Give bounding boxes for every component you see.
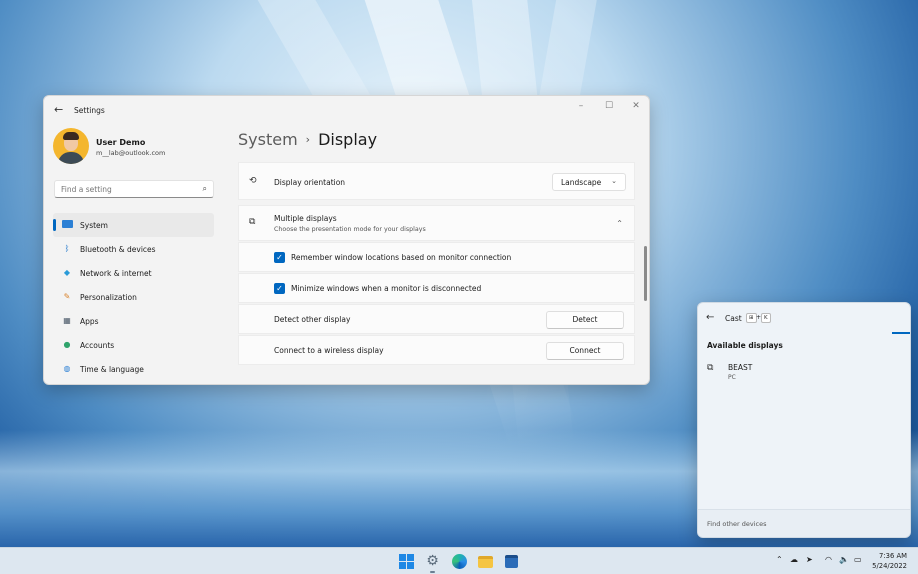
pc-icon[interactable]: ⧉ — [707, 363, 713, 373]
sidebar-item-label: System — [80, 220, 108, 230]
page-title: Display — [318, 130, 378, 149]
file-explorer-icon[interactable] — [477, 553, 494, 570]
chevron-down-icon: ⌄ — [611, 177, 617, 185]
sidebar-item-apps[interactable]: ▦ Apps — [53, 309, 214, 333]
row-title: Connect to a wireless display — [274, 346, 384, 355]
taskbar: ⚙ ⌃ ☁ ➤ ◠ 🔈 ▭ 7:36 AM 5/24/2022 — [0, 547, 918, 574]
row-title: Multiple displays — [274, 214, 337, 223]
k-key-badge: K — [761, 313, 771, 323]
row-title: Display orientation — [274, 178, 346, 187]
sidebar-item-label: Accounts — [80, 340, 115, 350]
chevron-up-icon[interactable]: ⌃ — [616, 219, 623, 228]
cast-panel: ← Cast ⊞ + K Available displays ⧉ BEAST … — [697, 302, 911, 538]
chevron-right-icon: › — [305, 133, 311, 146]
display-orientation-row: ⟲ Display orientation Landscape ⌄ — [238, 162, 635, 200]
back-arrow-icon[interactable]: ← — [54, 103, 63, 116]
breadcrumb: System › Display — [238, 130, 377, 149]
globe-icon: ◍ — [63, 364, 71, 373]
sidebar-item-personalization[interactable]: ✎ Personalization — [53, 285, 214, 309]
location-icon[interactable]: ➤ — [806, 555, 813, 564]
clock-time[interactable]: 7:36 AM — [879, 552, 907, 560]
sidebar-item-system[interactable]: System — [53, 213, 214, 237]
checkbox-label: Minimize windows when a monitor is disco… — [291, 284, 482, 293]
edge-icon[interactable] — [451, 553, 468, 570]
minimize-windows-row: ✓ Minimize windows when a monitor is dis… — [238, 273, 635, 303]
maximize-button[interactable]: ☐ — [602, 101, 616, 111]
available-displays-heading: Available displays — [707, 341, 783, 350]
title-bar: ← Settings – ☐ ✕ — [44, 96, 649, 122]
battery-icon[interactable]: ▭ — [854, 555, 862, 564]
device-type: PC — [728, 374, 736, 381]
sidebar-item-time-language[interactable]: ◍ Time & language — [53, 357, 214, 381]
cast-title: Cast — [725, 314, 742, 323]
sidebar-item-label: Personalization — [80, 292, 137, 302]
back-arrow-icon[interactable]: ← — [706, 312, 714, 323]
scrollbar[interactable] — [644, 246, 647, 301]
detect-display-row: Detect other display Detect — [238, 304, 635, 334]
user-name: User Demo — [96, 138, 146, 147]
sidebar-item-network[interactable]: ◆ Network & internet — [53, 261, 214, 285]
sidebar-nav: System ᛒ Bluetooth & devices ◆ Network &… — [53, 213, 214, 381]
checkbox-label: Remember window locations based on monit… — [291, 253, 512, 262]
window-title: Settings — [74, 106, 105, 115]
search-input[interactable] — [55, 181, 185, 197]
volume-icon[interactable]: 🔈 — [839, 555, 849, 564]
settings-icon[interactable]: ⚙ — [424, 553, 441, 570]
minimize-windows-checkbox[interactable]: ✓ — [274, 283, 285, 294]
minimize-button[interactable]: – — [574, 101, 588, 111]
breadcrumb-parent[interactable]: System — [238, 130, 298, 149]
clock-date[interactable]: 5/24/2022 — [872, 562, 907, 570]
wireless-display-row: Connect to a wireless display Connect — [238, 335, 635, 365]
brush-icon: ✎ — [63, 292, 71, 301]
multiple-displays-icon: ⧉ — [249, 217, 256, 227]
row-subtitle: Choose the presentation mode for your di… — [274, 226, 426, 233]
sidebar-item-bluetooth[interactable]: ᛒ Bluetooth & devices — [53, 237, 214, 261]
user-email: m__lab@outlook.com — [96, 149, 166, 157]
settings-window: ← Settings – ☐ ✕ User Demo m__lab@outloo… — [43, 95, 650, 385]
active-app-indicator — [430, 571, 435, 573]
wifi-icon[interactable]: ◠ — [825, 555, 832, 564]
remember-locations-row: ✓ Remember window locations based on mon… — [238, 242, 635, 272]
remember-locations-checkbox[interactable]: ✓ — [274, 252, 285, 263]
apps-icon: ▦ — [63, 316, 71, 325]
close-button[interactable]: ✕ — [629, 101, 643, 111]
chevron-up-icon[interactable]: ⌃ — [776, 555, 783, 564]
onedrive-icon[interactable]: ☁ — [790, 555, 798, 564]
system-icon — [61, 220, 73, 230]
device-name[interactable]: BEAST — [728, 363, 752, 372]
orientation-icon: ⟲ — [249, 176, 257, 186]
store-icon[interactable] — [503, 553, 520, 570]
sidebar-item-label: Time & language — [80, 364, 144, 374]
avatar[interactable] — [53, 128, 89, 164]
connect-button[interactable]: Connect — [546, 342, 624, 360]
search-box[interactable]: ⌕ — [54, 180, 214, 198]
multiple-displays-header[interactable]: ⧉ Multiple displays Choose the presentat… — [238, 205, 635, 241]
scanning-progress — [892, 332, 910, 334]
bluetooth-icon: ᛒ — [64, 244, 70, 253]
find-other-devices-link[interactable]: Find other devices — [707, 520, 767, 528]
sidebar-item-label: Network & internet — [80, 268, 152, 278]
start-icon[interactable] — [398, 553, 415, 570]
cast-footer: Find other devices — [698, 509, 910, 537]
accounts-icon: ● — [63, 340, 71, 349]
sidebar-item-accounts[interactable]: ● Accounts — [53, 333, 214, 357]
orientation-dropdown[interactable]: Landscape ⌄ — [552, 173, 626, 191]
row-title: Detect other display — [274, 315, 351, 324]
search-icon[interactable]: ⌕ — [203, 184, 207, 194]
detect-button[interactable]: Detect — [546, 311, 624, 329]
sidebar-item-label: Bluetooth & devices — [80, 244, 156, 254]
wifi-icon: ◆ — [63, 268, 71, 277]
dropdown-value: Landscape — [561, 178, 602, 187]
sidebar-item-label: Apps — [80, 316, 99, 326]
